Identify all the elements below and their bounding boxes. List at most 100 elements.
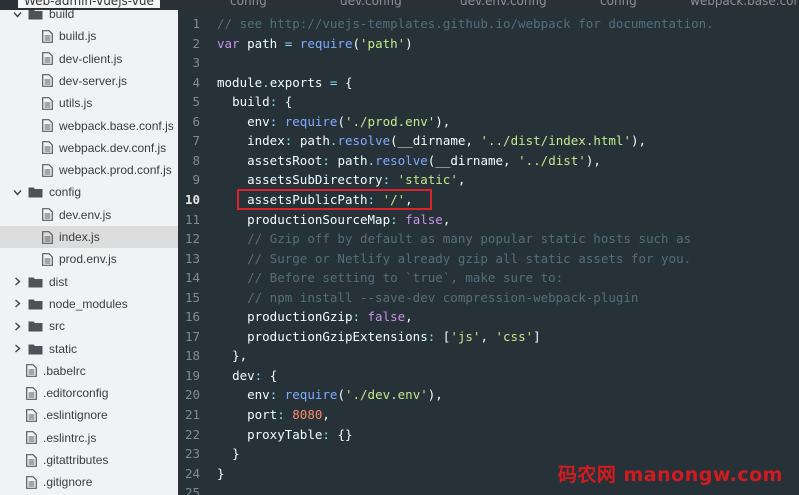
code-line[interactable]: 22 proxyTable: {}	[178, 424, 799, 444]
chevron-down-icon[interactable]	[12, 187, 22, 197]
code-token: // Gzip off by default as many popular s…	[247, 231, 692, 247]
line-number: 23	[184, 446, 200, 462]
code-line[interactable]: 5 build: {	[178, 92, 799, 112]
code-token: // see http://vuejs-templates.github.io/…	[217, 16, 714, 31]
tree-file-webpack-base-conf-js[interactable]: webpack.base.conf.js	[0, 115, 178, 137]
code-line[interactable]: 12 // Gzip off by default as many popula…	[178, 229, 799, 249]
tree-item-label: webpack.dev.conf.js	[59, 140, 167, 155]
tree-item-label: .eslintignore	[43, 408, 108, 423]
code-token: :	[254, 367, 270, 383]
tree-file-babelrc[interactable]: .babelrc	[0, 360, 178, 382]
code-line[interactable]: 18 },	[178, 346, 799, 366]
chevron-right-icon[interactable]	[12, 299, 22, 309]
code-text: },	[217, 348, 247, 363]
tree-file-webpack-dev-conf-js[interactable]: webpack.dev.conf.js	[0, 137, 178, 159]
code-token: :	[284, 133, 300, 149]
tree-file-eslintignore[interactable]: .eslintignore	[0, 404, 178, 426]
code-token: :	[269, 113, 285, 129]
code-line[interactable]: 19 dev: {	[178, 366, 799, 386]
code-line[interactable]: 6 env: require('./prod.env'),	[178, 112, 799, 132]
chevron-right-icon[interactable]	[12, 277, 22, 287]
chevron-down-icon[interactable]	[12, 9, 22, 19]
code-line[interactable]: 16 productionGzip: false,	[178, 307, 799, 327]
tree-file-prod-env-js[interactable]: prod.env.js	[0, 248, 178, 270]
tree-folder-node-modules[interactable]: node_modules	[0, 293, 178, 315]
tab-3[interactable]: dev.env.config	[460, 0, 547, 8]
tree-file-dev-server-js[interactable]: dev-server.js	[0, 70, 178, 92]
folder-icon	[28, 320, 43, 332]
code-token: =	[277, 35, 300, 51]
code-token: var	[217, 35, 240, 51]
tree-file-build-js[interactable]: build.js	[0, 25, 178, 47]
code-line[interactable]: 8 assetsRoot: path.resolve(__dirname, '.…	[178, 151, 799, 171]
tab-2[interactable]: dev.config	[340, 0, 402, 8]
code-text: proxyTable: {}	[217, 426, 353, 442]
title-bar: Web-admin-vuejs-vue config dev.config de…	[0, 0, 799, 10]
code-token: '../dist'	[518, 152, 586, 168]
code-token: ,	[480, 328, 496, 344]
tree-folder-dist[interactable]: dist	[0, 271, 178, 293]
chevron-right-icon[interactable]	[12, 344, 22, 354]
tree-file-gitignore[interactable]: .gitignore	[0, 471, 178, 493]
tree-file-index-js[interactable]: index.js	[0, 226, 178, 248]
tree-folder-config[interactable]: config	[0, 181, 178, 203]
tree-file-dev-env-js[interactable]: dev.env.js	[0, 204, 178, 226]
tree-file-utils-js[interactable]: utils.js	[0, 92, 178, 114]
code-line[interactable]: 9 assetsSubDirectory: 'static',	[178, 170, 799, 190]
code-line[interactable]: 15 // npm install --save-dev compression…	[178, 287, 799, 307]
file-icon	[42, 252, 53, 266]
file-tree-sidebar: build build.js dev-client.js dev-server.js u…	[0, 0, 179, 495]
tree-file-webpack-prod-conf-js[interactable]: webpack.prod.conf.js	[0, 159, 178, 181]
code-line[interactable]: 20 env: require('./dev.env'),	[178, 385, 799, 405]
code-line[interactable]: 4 module.exports = {	[178, 72, 799, 92]
line-number: 7	[192, 133, 200, 149]
code-line[interactable]: 13 // Surge or Netlify already gzip all …	[178, 248, 799, 268]
line-number: 14	[184, 270, 200, 286]
code-editor[interactable]: 1 // see http://vuejs-templates.github.io…	[178, 0, 799, 495]
code-token: :	[277, 407, 293, 422]
tab-1[interactable]: config	[230, 0, 267, 8]
code-token: path	[337, 152, 368, 168]
tree-file-dev-client-js[interactable]: dev-client.js	[0, 48, 178, 70]
code-text: }	[217, 466, 225, 481]
tree-file-eslintrc-js[interactable]: .eslintrc.js	[0, 427, 178, 449]
code-line[interactable]: 1 // see http://vuejs-templates.github.io…	[178, 14, 799, 34]
code-token: 'js'	[450, 328, 481, 344]
code-token: assetsRoot	[247, 152, 323, 168]
folder-icon	[28, 276, 43, 288]
code-line[interactable]: 14 // Before setting to `true`, make sur…	[178, 268, 799, 288]
code-token: ,	[405, 191, 413, 207]
code-line[interactable]: 21 port: 8080,	[178, 405, 799, 425]
folder-icon	[28, 343, 43, 355]
code-token: {}	[337, 426, 353, 442]
code-line[interactable]: 2 var path = require('path')	[178, 33, 799, 53]
code-token: {	[344, 74, 353, 90]
code-line[interactable]: 7 index: path.resolve(__dirname, '../dis…	[178, 131, 799, 151]
tree-folder-static[interactable]: static	[0, 338, 178, 360]
code-token: :	[269, 94, 285, 110]
code-line[interactable]: 17 productionGzipExtensions: ['js', 'css…	[178, 327, 799, 347]
code-line[interactable]: 3	[178, 53, 799, 73]
code-line[interactable]: 10 assetsPublicPath: '/',	[178, 190, 799, 210]
code-line[interactable]: 11 productionSourceMap: false,	[178, 209, 799, 229]
tab-5[interactable]: webpack.base.conf	[690, 0, 799, 8]
chevron-right-icon[interactable]	[12, 321, 22, 331]
code-token: }	[232, 446, 240, 462]
code-token: build	[232, 94, 270, 110]
line-number: 8	[192, 152, 200, 168]
code-text: env: require('./prod.env'),	[217, 114, 450, 129]
code-token: productionSourceMap	[247, 211, 391, 227]
line-number: 2	[192, 35, 200, 51]
tree-file-gitattributes[interactable]: .gitattributes	[0, 449, 178, 471]
tree-folder-src[interactable]: src	[0, 315, 178, 337]
tree-file-editorconfig[interactable]: .editorconfig	[0, 382, 178, 404]
tab-4[interactable]: config	[600, 0, 637, 8]
line-number: 19	[184, 367, 200, 383]
